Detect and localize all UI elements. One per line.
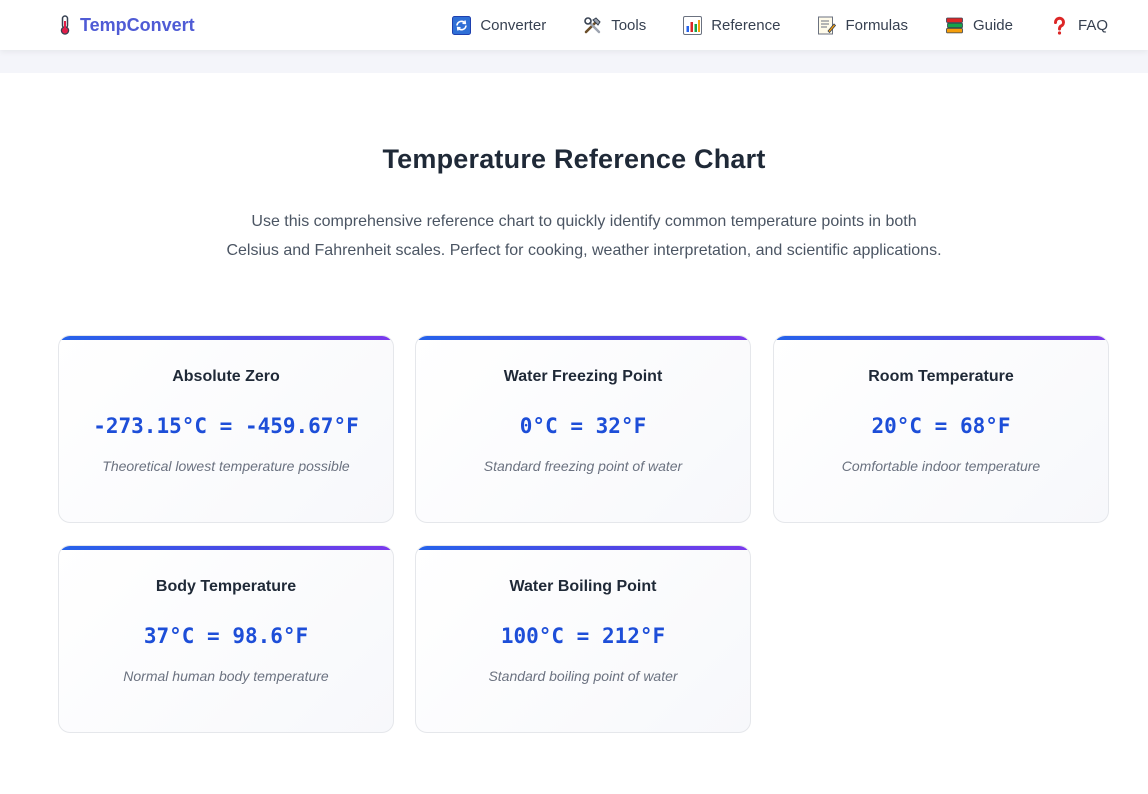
nav-item-label: Formulas: [845, 16, 908, 34]
thermometer-icon: [56, 15, 74, 35]
reference-card-water-freezing: Water Freezing Point 0°C = 32°F Standard…: [415, 335, 751, 523]
card-description: Standard freezing point of water: [483, 458, 683, 474]
card-title: Water Boiling Point: [509, 578, 657, 595]
card-title: Body Temperature: [155, 578, 297, 595]
card-title: Absolute Zero: [172, 368, 280, 385]
nav-item-faq[interactable]: FAQ: [1050, 16, 1108, 35]
memo-icon: [817, 16, 837, 35]
card-title: Water Freezing Point: [503, 368, 663, 385]
refresh-icon: [452, 15, 472, 35]
question-mark-icon: [1050, 16, 1069, 35]
card-title: Room Temperature: [868, 368, 1014, 385]
card-temperature-value: 100°C = 212°F: [500, 624, 666, 648]
tools-icon: [583, 16, 602, 35]
card-accent-bar: [59, 546, 393, 550]
brand-name: TempConvert: [80, 14, 195, 35]
nav-item-tools[interactable]: Tools: [583, 16, 646, 35]
section-description: Use this comprehensive reference chart t…: [226, 213, 942, 259]
bar-chart-icon: [683, 15, 703, 35]
reference-card-body-temperature: Body Temperature 37°C = 98.6°F Normal hu…: [58, 545, 394, 733]
card-description: Standard boiling point of water: [488, 668, 678, 684]
nav-item-label: FAQ: [1077, 16, 1108, 34]
card-description: Normal human body temperature: [123, 668, 329, 684]
reference-card-absolute-zero: Absolute Zero -273.15°C = -459.67°F Theo…: [58, 335, 394, 523]
card-accent-bar: [416, 546, 750, 550]
reference-card-water-boiling: Water Boiling Point 100°C = 212°F Standa…: [415, 545, 751, 733]
card-accent-bar: [774, 336, 1108, 340]
nav-item-label: Reference: [711, 16, 781, 34]
header-band: [0, 50, 1148, 73]
nav-item-guide[interactable]: Guide: [945, 16, 1013, 35]
card-description: Theoretical lowest temperature possible: [102, 458, 350, 474]
card-temperature-value: 20°C = 68°F: [871, 414, 1011, 438]
nav-item-reference[interactable]: Reference: [683, 15, 781, 35]
card-temperature-value: 0°C = 32°F: [519, 414, 647, 438]
nav-item-label: Converter: [480, 16, 547, 34]
section-title: Temperature Reference Chart: [382, 144, 766, 174]
nav-item-label: Tools: [611, 16, 647, 34]
nav-links: Converter Tools Reference Formulas Guide…: [415, 15, 1108, 35]
card-description: Comfortable indoor temperature: [841, 458, 1041, 474]
nav-item-label: Guide: [972, 16, 1013, 34]
nav-item-converter[interactable]: Converter: [452, 15, 547, 35]
nav-item-formulas[interactable]: Formulas: [817, 16, 908, 35]
card-temperature-value: 37°C = 98.6°F: [143, 624, 309, 648]
reference-card-room-temperature: Room Temperature 20°C = 68°F Comfortable…: [773, 335, 1109, 523]
card-temperature-value: -273.15°C = -459.67°F: [93, 414, 359, 438]
card-accent-bar: [59, 336, 393, 340]
card-accent-bar: [416, 336, 750, 340]
books-icon: [945, 16, 964, 35]
top-navbar: TempConvert Converter Tools Reference Fo…: [0, 0, 1148, 50]
brand-logo-link[interactable]: TempConvert: [56, 15, 195, 36]
